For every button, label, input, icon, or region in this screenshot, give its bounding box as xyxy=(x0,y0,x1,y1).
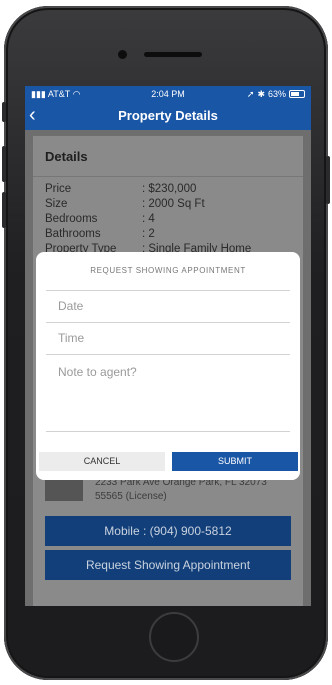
location-arrow-icon: ➚ xyxy=(246,89,255,99)
detail-label: Size xyxy=(45,198,68,210)
app-screen: ▮▮▮ AT&T ◠ 2:04 PM ➚ ✱ 63% ‹ Property De… xyxy=(25,86,311,606)
submit-button[interactable]: SUBMIT xyxy=(172,452,298,471)
bluetooth-icon: ✱ xyxy=(257,89,265,99)
front-camera xyxy=(118,50,127,59)
detail-label: Price xyxy=(45,183,72,195)
agent-info: 2233 Park Ave Orange Park, FL 32073 5556… xyxy=(95,476,267,504)
agent-license: 55565 (License) xyxy=(95,491,167,502)
agent-photo xyxy=(45,479,83,501)
time-input[interactable] xyxy=(58,323,290,352)
date-field xyxy=(46,290,290,321)
status-right-group: ➚ ✱ 63% xyxy=(247,86,305,102)
detail-label: Bedrooms xyxy=(45,213,98,225)
battery-percent: 63% xyxy=(267,89,286,99)
note-field xyxy=(46,354,290,432)
time-field xyxy=(46,322,290,353)
details-heading: Details xyxy=(45,149,88,164)
status-bar: ▮▮▮ AT&T ◠ 2:04 PM ➚ ✱ 63% xyxy=(25,86,311,102)
modal-title: REQUEST SHOWING APPOINTMENT xyxy=(90,266,246,275)
detail-value: : 2 xyxy=(142,228,155,240)
earpiece-speaker xyxy=(144,52,202,57)
details-header: Details xyxy=(33,136,303,177)
detail-row-size: Size : 2000 Sq Ft xyxy=(45,197,295,212)
detail-label: Bathrooms xyxy=(45,228,101,240)
volume-down-button xyxy=(2,192,6,228)
mobile-call-button[interactable]: Mobile : (904) 900-5812 xyxy=(45,516,291,546)
detail-row-bathrooms: Bathrooms : 2 xyxy=(45,227,295,242)
home-button[interactable] xyxy=(149,612,199,662)
power-button xyxy=(326,156,330,204)
detail-row-bedrooms: Bedrooms : 4 xyxy=(45,212,295,227)
detail-value: : $230,000 xyxy=(142,183,197,195)
details-list: Price : $230,000 Size : 2000 Sq Ft Bedro… xyxy=(45,182,295,257)
detail-value: : 4 xyxy=(142,213,155,225)
nav-bar: ‹ Property Details xyxy=(25,102,311,130)
request-showing-button[interactable]: Request Showing Appointment xyxy=(45,550,291,580)
date-input[interactable] xyxy=(58,291,290,320)
detail-value: : 2000 Sq Ft xyxy=(142,198,205,210)
page-title: Property Details xyxy=(118,108,218,123)
cancel-button[interactable]: CANCEL xyxy=(39,452,165,471)
volume-up-button xyxy=(2,146,6,182)
note-input[interactable] xyxy=(58,365,290,425)
detail-row-price: Price : $230,000 xyxy=(45,182,295,197)
request-appointment-modal: REQUEST SHOWING APPOINTMENT CANCEL SUBMI… xyxy=(36,252,300,480)
battery-icon xyxy=(289,90,305,98)
mute-switch xyxy=(2,102,6,122)
